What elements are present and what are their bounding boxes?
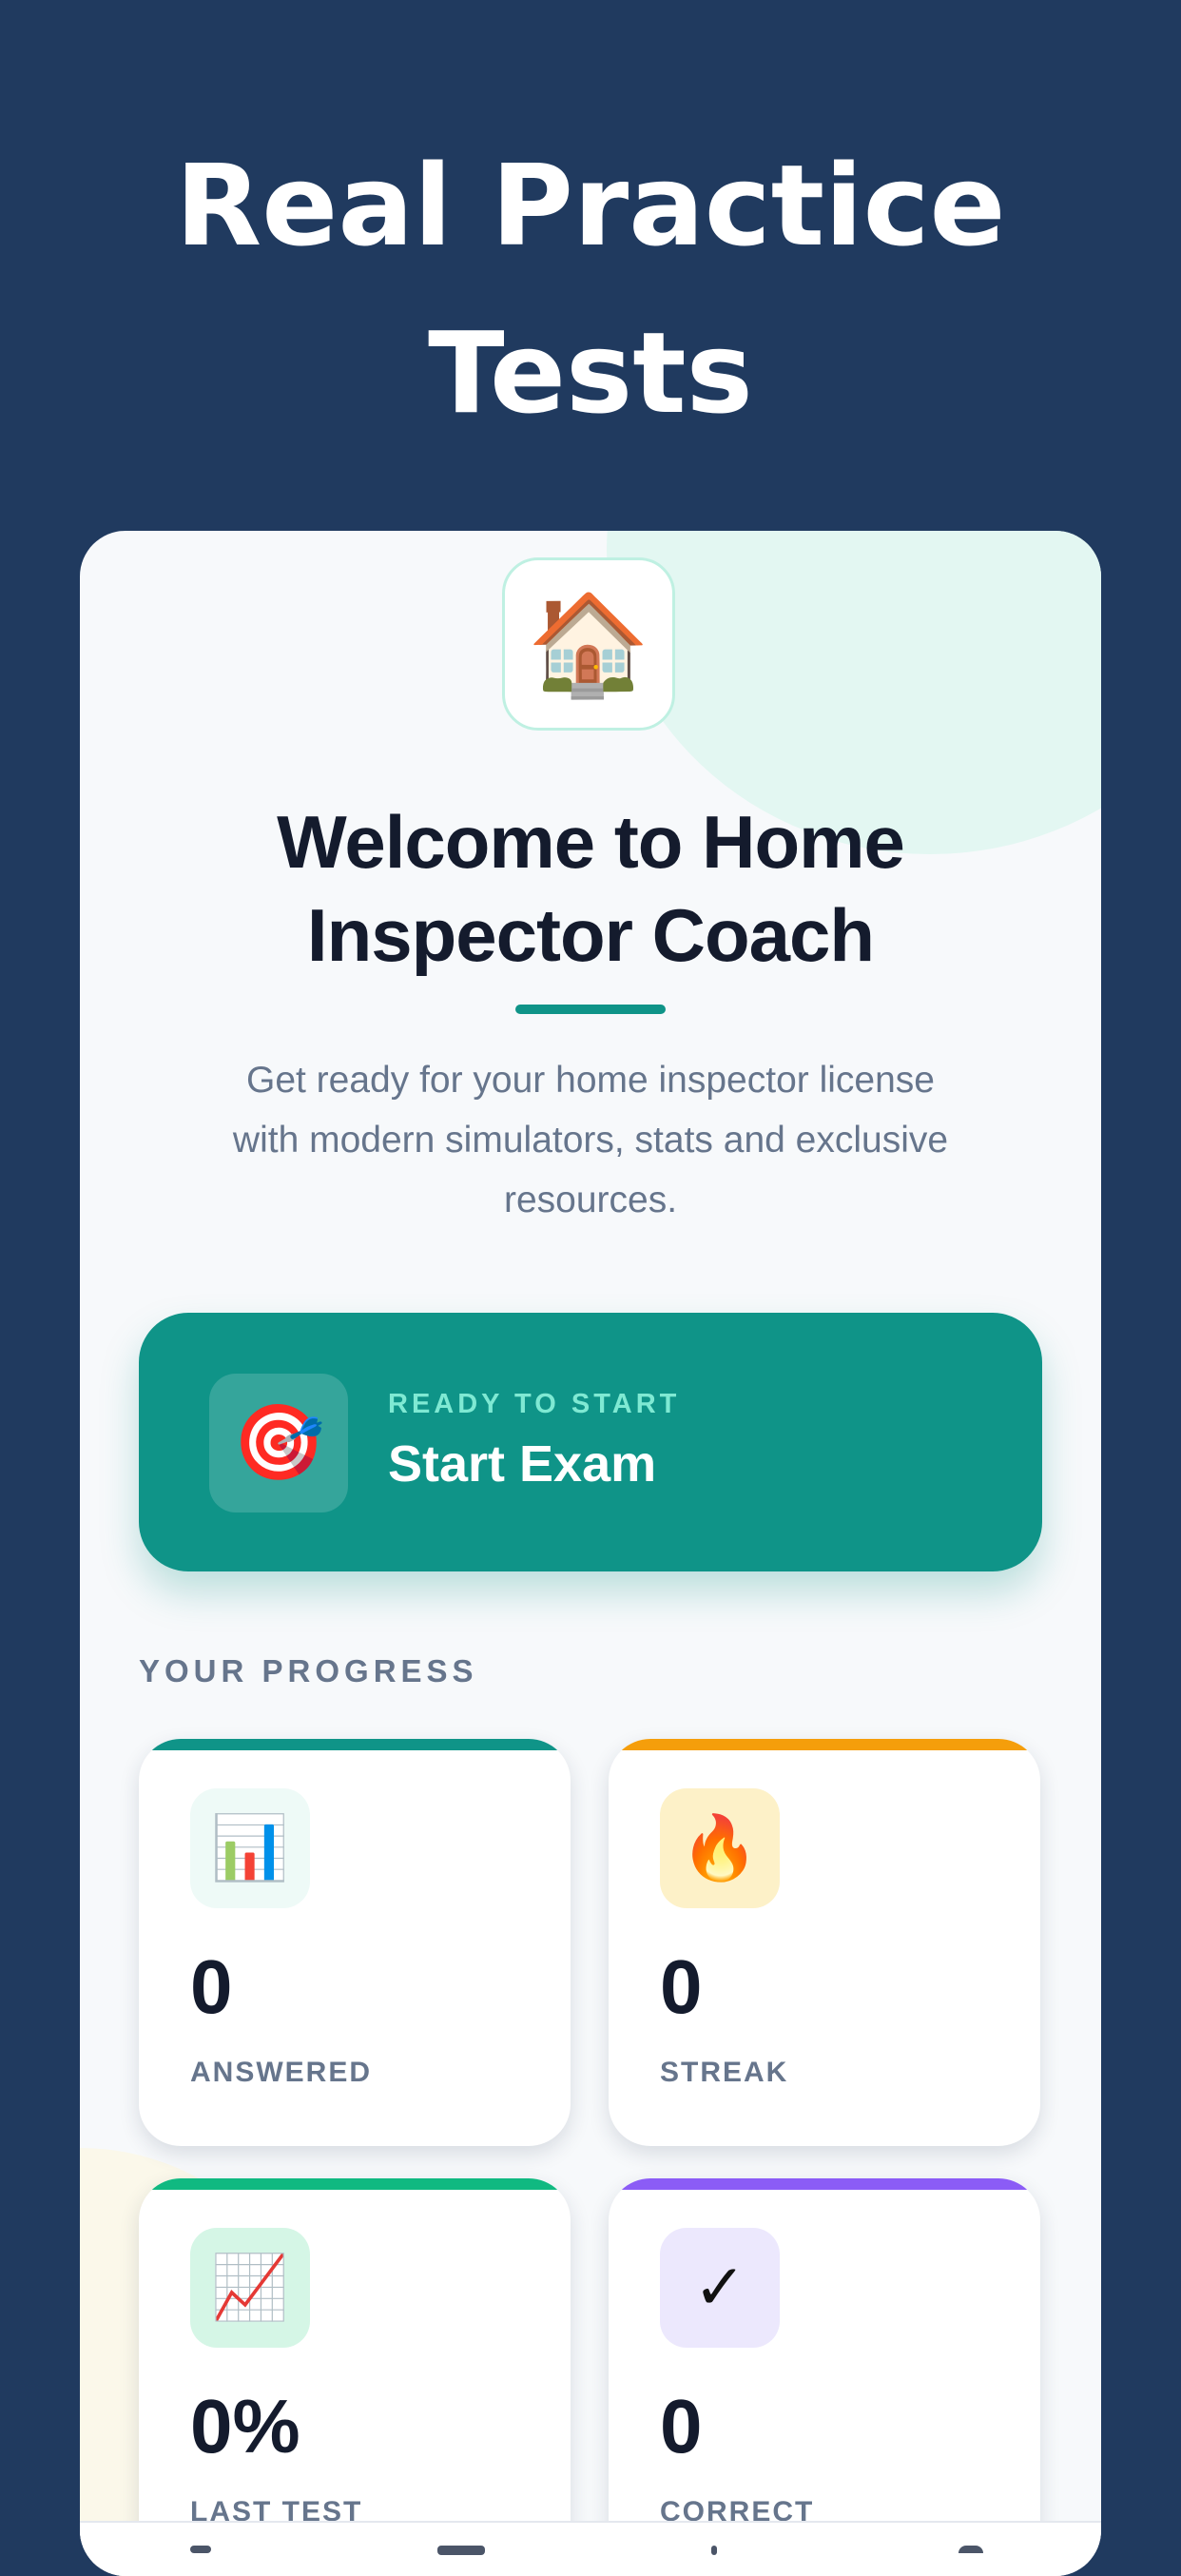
nav-profile-icon[interactable] [958, 2546, 983, 2553]
nav-stats-icon[interactable] [711, 2546, 717, 2555]
stat-label-answered: ANSWERED [190, 2057, 373, 2088]
bottom-navigation-bar [80, 2521, 1101, 2576]
title-underline [515, 1005, 666, 1014]
stat-value-correct: 0 [660, 2384, 703, 2469]
checkmark-icon: ✓ [660, 2228, 780, 2348]
stat-card-streak[interactable]: 🔥 0 STREAK [609, 1739, 1040, 2146]
bar-chart-icon: 📊 [190, 1788, 310, 1908]
start-exam-label: Start Exam [388, 1435, 657, 1493]
stat-value-last-test: 0% [190, 2384, 300, 2469]
hero-title: Real Practice Tests [0, 122, 1181, 457]
hero-title-line-1: Real Practice [175, 140, 1006, 271]
stat-card-correct[interactable]: ✓ 0 CORRECT [609, 2178, 1040, 2576]
welcome-subtitle-line-2: with modern simulators, stats and exclus… [232, 1120, 949, 1161]
fire-icon: 🔥 [660, 1788, 780, 1908]
start-exam-button[interactable]: 🎯 READY TO START Start Exam [139, 1313, 1042, 1571]
house-icon: 🏠 [502, 557, 675, 731]
welcome-subtitle-line-3: resources. [503, 1180, 678, 1220]
welcome-title-line-2: Inspector Coach [306, 893, 875, 977]
stat-card-accent [139, 1739, 571, 1750]
hero-title-line-2: Tests [428, 307, 753, 439]
app-screen: 🏠 Welcome to Home Inspector Coach Get re… [80, 531, 1101, 2576]
welcome-subtitle: Get ready for your home inspector licens… [175, 1050, 1006, 1230]
stat-card-accent [139, 2178, 571, 2190]
welcome-title-line-1: Welcome to Home [277, 800, 905, 884]
welcome-title: Welcome to Home Inspector Coach [80, 795, 1101, 982]
nav-study-icon[interactable] [437, 2546, 485, 2555]
trend-up-icon: 📈 [190, 2228, 310, 2348]
stat-value-answered: 0 [190, 1944, 233, 2029]
nav-home-icon[interactable] [190, 2546, 211, 2553]
stat-card-accent [609, 1739, 1040, 1750]
stat-card-accent [609, 2178, 1040, 2190]
stat-value-streak: 0 [660, 1944, 703, 2029]
stat-card-last-test[interactable]: 📈 0% LAST TEST [139, 2178, 571, 2576]
start-exam-eyebrow: READY TO START [388, 1389, 681, 1419]
stat-label-streak: STREAK [660, 2057, 789, 2088]
progress-section-title: YOUR PROGRESS [139, 1653, 478, 1688]
welcome-subtitle-line-1: Get ready for your home inspector licens… [245, 1060, 935, 1101]
target-icon: 🎯 [209, 1374, 348, 1512]
stat-card-answered[interactable]: 📊 0 ANSWERED [139, 1739, 571, 2146]
